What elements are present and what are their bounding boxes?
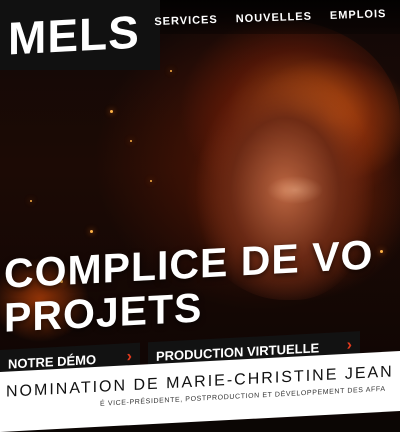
ember-particle [90, 230, 93, 233]
chevron-right-icon: › [126, 348, 132, 366]
chevron-right-icon: › [346, 336, 352, 354]
nav-item-services[interactable]: SERVICES [154, 14, 218, 28]
ember-particle [130, 140, 132, 142]
ember-particle [150, 180, 152, 182]
ember-particle [30, 200, 32, 202]
logo[interactable]: MELS [0, 0, 160, 70]
ember-particle [170, 70, 172, 72]
ember-particle [110, 110, 113, 113]
logo-text: MELS [8, 5, 140, 65]
nav-item-emplois[interactable]: EMPLOIS [330, 8, 387, 22]
